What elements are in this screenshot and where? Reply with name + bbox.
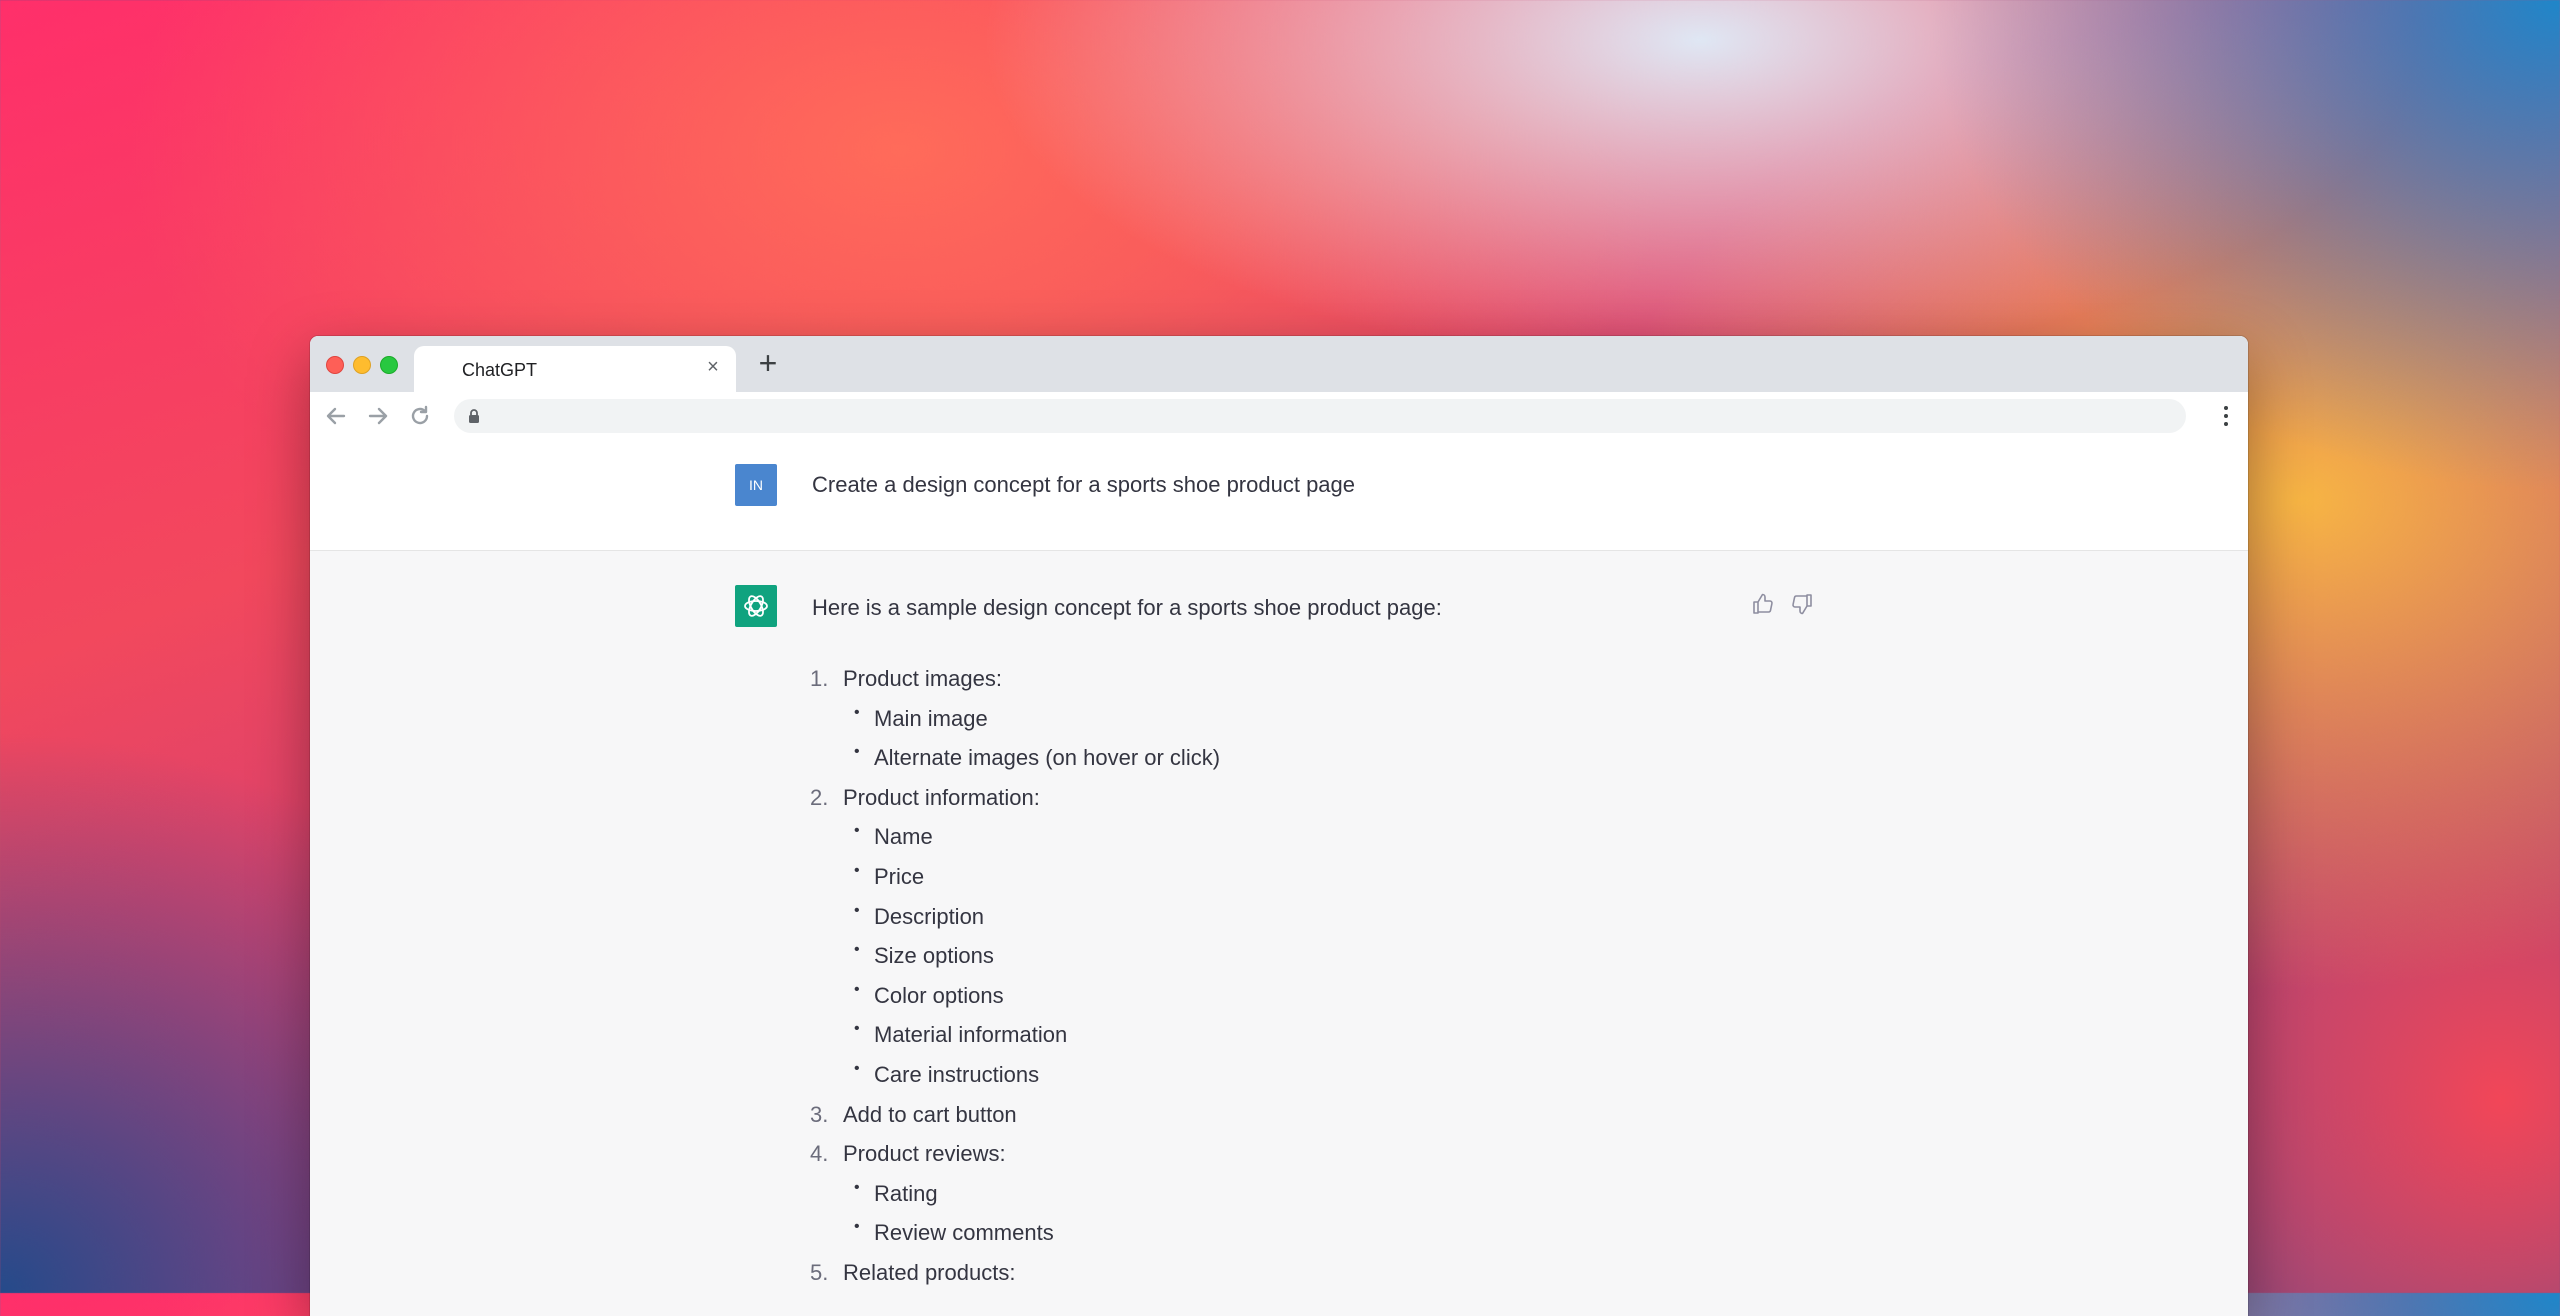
bullet-icon: • (854, 703, 860, 721)
browser-window: ChatGPT × + IN Create a design concept f… (310, 336, 2248, 1316)
close-window-button[interactable] (326, 356, 344, 374)
bullet-icon: • (854, 980, 860, 998)
list-subitem-label: Care instructions (874, 1061, 1040, 1087)
user-message-row: IN Create a design concept for a sports … (310, 440, 2248, 551)
list-subitem-label: Price (874, 863, 925, 889)
zoom-window-button[interactable] (380, 356, 398, 374)
bullet-icon: • (854, 822, 860, 840)
list-item-number: 1. (810, 666, 829, 691)
tab-chatgpt[interactable]: ChatGPT × (414, 346, 736, 392)
lock-icon (466, 408, 482, 424)
browser-toolbar (310, 392, 2248, 441)
bullet-icon: • (854, 901, 860, 919)
list-item-label: Product reviews: (843, 1141, 1006, 1167)
new-tab-button[interactable]: + (750, 346, 786, 382)
thumbs-up-icon[interactable] (1750, 591, 1776, 617)
list-item-label: Add to cart button (843, 1101, 1017, 1127)
tab-close-icon[interactable]: × (702, 356, 724, 378)
openai-logo-icon (735, 585, 777, 627)
list-subitem-label: Review comments (874, 1220, 1054, 1246)
bullet-icon: • (854, 1059, 860, 1077)
list-subitem-label: Material information (874, 1022, 1068, 1048)
chat-page: IN Create a design concept for a sports … (310, 440, 2248, 1316)
user-message-text: Create a design concept for a sports sho… (812, 472, 1356, 497)
list-item-number: 3. (810, 1101, 829, 1127)
tab-title: ChatGPT (462, 360, 538, 380)
list-item-number: 2. (810, 784, 829, 810)
list-subitem-label: Size options (874, 943, 994, 969)
reload-icon[interactable] (404, 400, 436, 432)
assistant-message-row: Here is a sample design concept for a sp… (310, 551, 2248, 1316)
bullet-icon: • (854, 1020, 860, 1038)
list-subitem-label: Rating (874, 1180, 938, 1206)
list-subitem-label: Main image (874, 705, 988, 731)
bullet-icon: • (854, 1218, 860, 1236)
assistant-intro-text: Here is a sample design concept for a sp… (812, 595, 1442, 620)
list-subitem-label: Name (874, 824, 933, 850)
list-item-label: Product images: (843, 666, 1002, 691)
thumbs-down-icon[interactable] (1789, 591, 1815, 617)
bullet-icon: • (854, 743, 860, 761)
list-subitem-label: Alternate images (on hover or click) (874, 745, 1221, 771)
back-arrow-icon[interactable] (320, 400, 352, 432)
minimize-window-button[interactable] (353, 356, 371, 374)
avatar: IN (735, 464, 777, 506)
list-subitem-label: Color options (874, 982, 1004, 1008)
address-bar[interactable] (454, 399, 2186, 433)
bullet-icon: • (854, 941, 860, 959)
tab-strip: ChatGPT × + (310, 336, 2248, 392)
forward-arrow-icon[interactable] (362, 400, 394, 432)
bullet-icon: • (854, 1178, 860, 1196)
list-subitem-label: Description (874, 903, 985, 929)
list-item-label: Product information: (843, 784, 1040, 810)
list-item-number: 4. (810, 1141, 829, 1167)
kebab-menu-icon[interactable] (2222, 404, 2230, 428)
list-item-label: Related products: (843, 1259, 1016, 1285)
bullet-icon: • (854, 861, 860, 879)
list-item-number: 5. (810, 1259, 829, 1285)
